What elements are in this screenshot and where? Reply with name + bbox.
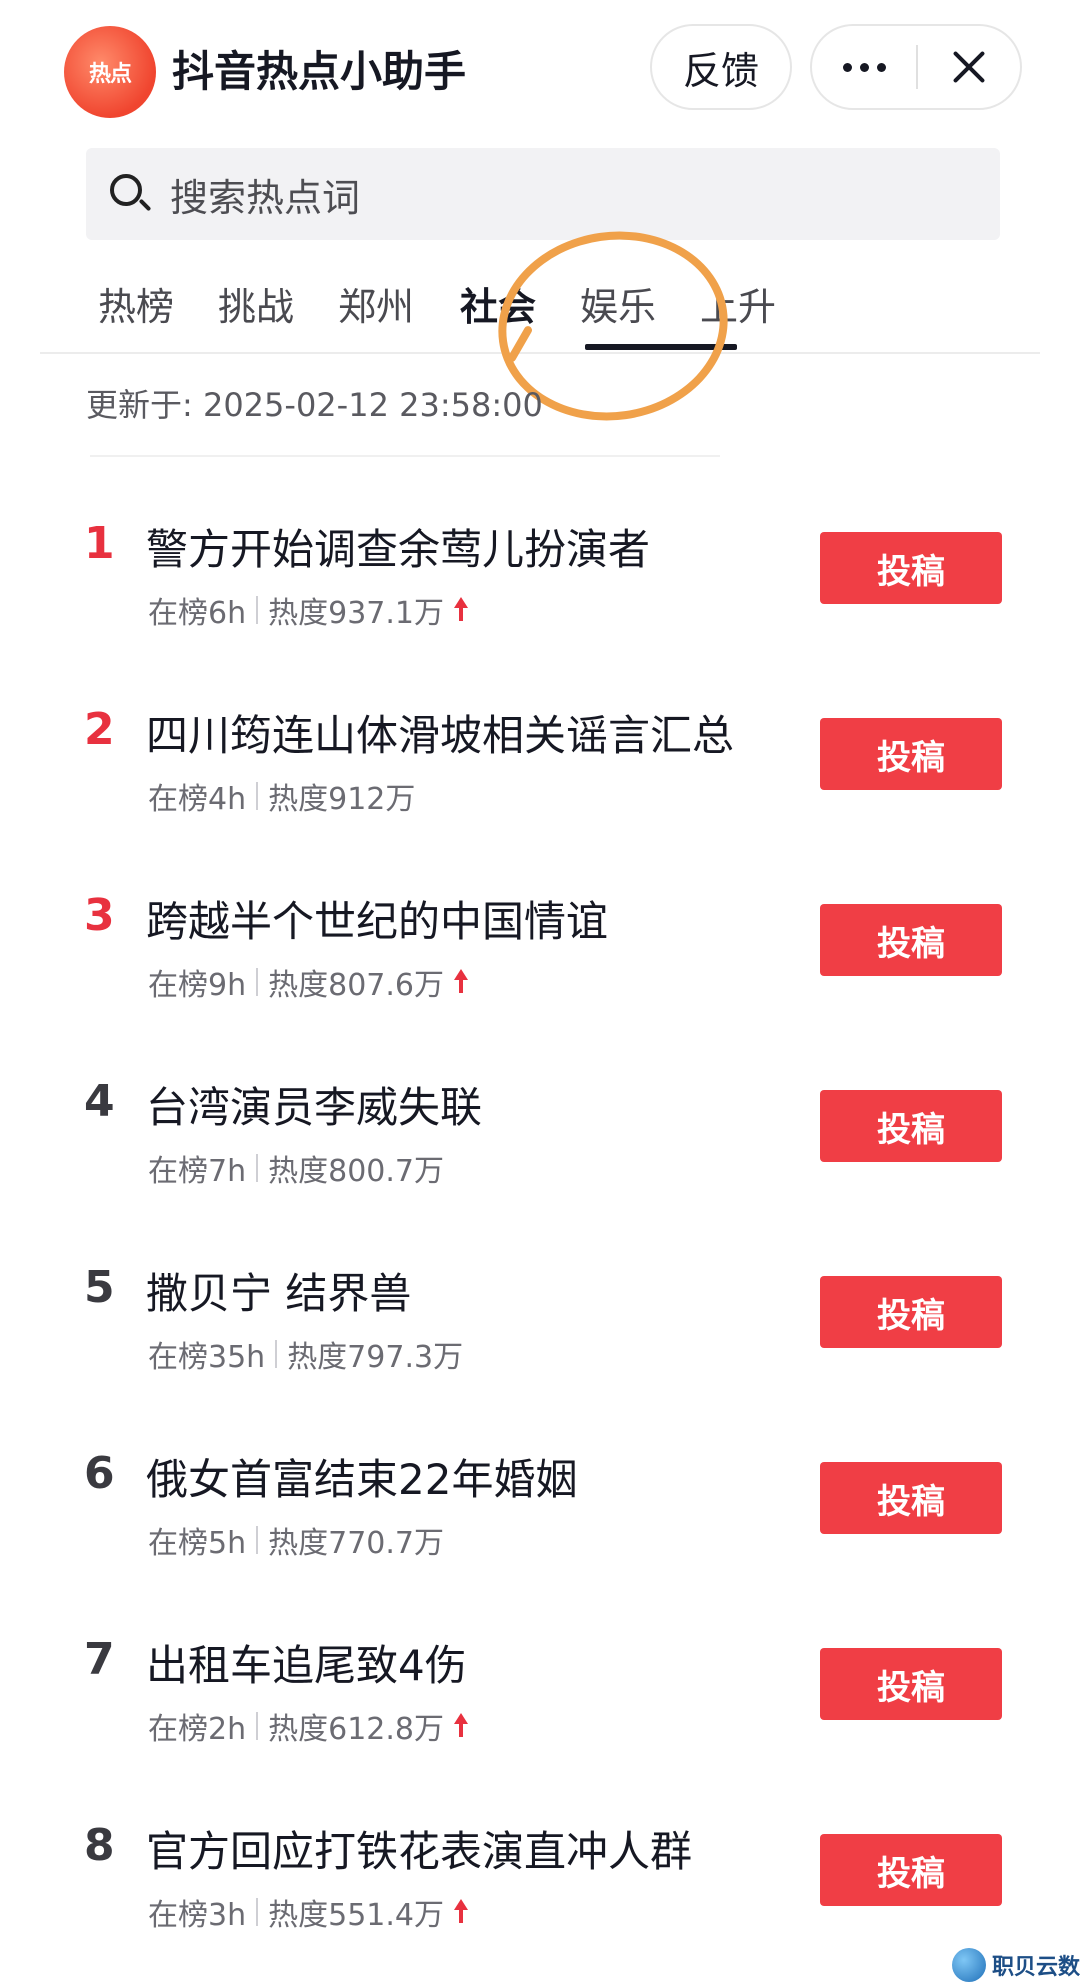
list-item[interactable]: 3 跨越半个世纪的中国情谊在榜9h 热度807.6万 投稿 xyxy=(0,872,1080,1058)
list-item[interactable]: 2 四川筠连山体滑坡相关谣言汇总在榜4h 热度912万 投稿 xyxy=(0,686,1080,872)
rank-number: 2 xyxy=(84,704,115,755)
topic-meta: 在榜2h 热度612.8万 xyxy=(148,1704,468,1748)
topic-meta: 在榜6h 热度937.1万 xyxy=(148,588,468,632)
rank-number: 6 xyxy=(84,1448,115,1499)
list-item[interactable]: 8 官方回应打铁花表演直冲人群在榜3h 热度551.4万 投稿 xyxy=(0,1802,1080,1987)
search-bar[interactable]: 搜索热点词 xyxy=(86,148,1000,240)
heat-value: 热度807.6万 xyxy=(268,968,444,1003)
meta-separator xyxy=(256,1154,259,1182)
list-item[interactable]: 1 警方开始调查余莺儿扮演者在榜6h 热度937.1万 投稿 xyxy=(0,500,1080,686)
meta-separator xyxy=(256,968,259,996)
submit-button[interactable]: 投稿 xyxy=(820,1276,1002,1348)
search-icon xyxy=(108,172,152,216)
topic-title[interactable]: 官方回应打铁花表演直冲人群 xyxy=(146,1818,692,1879)
header: 热点 抖音热点小助手 反馈 xyxy=(0,0,1080,140)
meta-separator xyxy=(275,1340,278,1368)
heat-value: 热度612.8万 xyxy=(268,1712,444,1747)
meta-separator xyxy=(256,1526,259,1554)
close-icon[interactable] xyxy=(918,26,1020,108)
rank-number: 3 xyxy=(84,890,115,941)
topic-title[interactable]: 撒贝宁 结界兽 xyxy=(146,1260,411,1321)
active-tab-indicator xyxy=(585,344,737,350)
tab-society[interactable]: 社会 xyxy=(460,276,536,331)
topic-title[interactable]: 出租车追尾致4伤 xyxy=(146,1632,467,1693)
tab-challenge[interactable]: 挑战 xyxy=(218,276,294,331)
on-list-duration: 在榜2h xyxy=(148,1712,247,1747)
update-time: 更新于: 2025-02-12 23:58:00 xyxy=(86,386,543,424)
tab-rising[interactable]: 上升 xyxy=(700,276,776,331)
heat-value: 热度912万 xyxy=(268,782,416,817)
topic-title[interactable]: 俄女首富结束22年婚姻 xyxy=(146,1446,577,1507)
rank-number: 5 xyxy=(84,1262,115,1313)
app-title: 抖音热点小助手 xyxy=(172,47,467,96)
rising-arrow-icon xyxy=(454,597,468,623)
list-item[interactable]: 7 出租车追尾致4伤在榜2h 热度612.8万 投稿 xyxy=(0,1616,1080,1802)
hot-topic-list: 1 警方开始调查余莺儿扮演者 在榜6h 热度937.1万 投稿 2 四川筠连山体滑坡相关谣言… xyxy=(0,500,1080,1987)
rank-number: 1 xyxy=(84,518,115,569)
app-logo-text: 热点 xyxy=(88,62,132,87)
submit-button[interactable]: 投稿 xyxy=(820,1090,1002,1162)
on-list-duration: 在榜35h xyxy=(148,1340,266,1375)
topic-title[interactable]: 跨越半个世纪的中国情谊 xyxy=(146,888,608,949)
on-list-duration: 在榜9h xyxy=(148,968,247,1003)
meta-separator xyxy=(256,1898,259,1926)
rising-arrow-icon xyxy=(454,969,468,995)
rank-number: 7 xyxy=(84,1634,115,1685)
watermark-logo xyxy=(952,1948,986,1982)
rising-arrow-icon xyxy=(454,1713,468,1739)
heat-value: 热度937.1万 xyxy=(268,596,444,631)
on-list-duration: 在榜7h xyxy=(148,1154,247,1189)
on-list-duration: 在榜5h xyxy=(148,1526,247,1561)
submit-button[interactable]: 投稿 xyxy=(820,1648,1002,1720)
mini-program-capsule xyxy=(810,24,1022,110)
meta-separator xyxy=(256,596,259,624)
topic-title[interactable]: 四川筠连山体滑坡相关谣言汇总 xyxy=(146,702,734,763)
submit-button[interactable]: 投稿 xyxy=(820,1834,1002,1906)
topic-meta: 在榜7h 热度800.7万 xyxy=(148,1146,444,1190)
watermark-text: 职贝云数 xyxy=(992,1955,1080,1980)
submit-button[interactable]: 投稿 xyxy=(820,718,1002,790)
tab-hot-list[interactable]: 热榜 xyxy=(98,276,174,331)
topic-title[interactable]: 台湾演员李威失联 xyxy=(146,1074,482,1135)
search-input[interactable]: 搜索热点词 xyxy=(170,167,360,222)
heat-value: 热度797.3万 xyxy=(287,1340,464,1375)
topic-meta: 在榜3h 热度551.4万 xyxy=(148,1890,468,1934)
topic-meta: 在榜5h 热度770.7万 xyxy=(148,1518,444,1562)
list-item[interactable]: 4 台湾演员李威失联在榜7h 热度800.7万 投稿 xyxy=(0,1058,1080,1244)
watermark: 职贝云数 xyxy=(952,1948,1080,1982)
rank-number: 4 xyxy=(84,1076,115,1127)
submit-button[interactable]: 投稿 xyxy=(820,904,1002,976)
rank-number: 8 xyxy=(84,1820,115,1871)
submit-button[interactable]: 投稿 xyxy=(820,532,1002,604)
heat-value: 热度770.7万 xyxy=(268,1526,444,1561)
category-tabs: 热榜 挑战 郑州 社会 娱乐 上升 xyxy=(40,252,1040,354)
heat-value: 热度800.7万 xyxy=(268,1154,444,1189)
rising-arrow-icon xyxy=(454,1899,468,1925)
app-logo: 热点 xyxy=(64,26,156,118)
list-item[interactable]: 5 撒贝宁 结界兽在榜35h 热度797.3万 投稿 xyxy=(0,1244,1080,1430)
on-list-duration: 在榜3h xyxy=(148,1898,247,1933)
feedback-button[interactable]: 反馈 xyxy=(650,24,792,110)
tab-zhengzhou[interactable]: 郑州 xyxy=(338,276,414,331)
topic-meta: 在榜4h 热度912万 xyxy=(148,774,415,818)
more-icon[interactable] xyxy=(812,26,916,108)
on-list-duration: 在榜6h xyxy=(148,596,247,631)
heat-value: 热度551.4万 xyxy=(268,1898,444,1933)
divider xyxy=(90,455,720,457)
tab-entertainment[interactable]: 娱乐 xyxy=(580,276,656,331)
topic-meta: 在榜9h 热度807.6万 xyxy=(148,960,468,1004)
topic-meta: 在榜35h 热度797.3万 xyxy=(148,1332,463,1376)
submit-button[interactable]: 投稿 xyxy=(820,1462,1002,1534)
list-item[interactable]: 6 俄女首富结束22年婚姻在榜5h 热度770.7万 投稿 xyxy=(0,1430,1080,1616)
meta-separator xyxy=(256,782,259,810)
meta-separator xyxy=(256,1712,259,1740)
topic-title[interactable]: 警方开始调查余莺儿扮演者 xyxy=(146,516,650,577)
on-list-duration: 在榜4h xyxy=(148,782,247,817)
